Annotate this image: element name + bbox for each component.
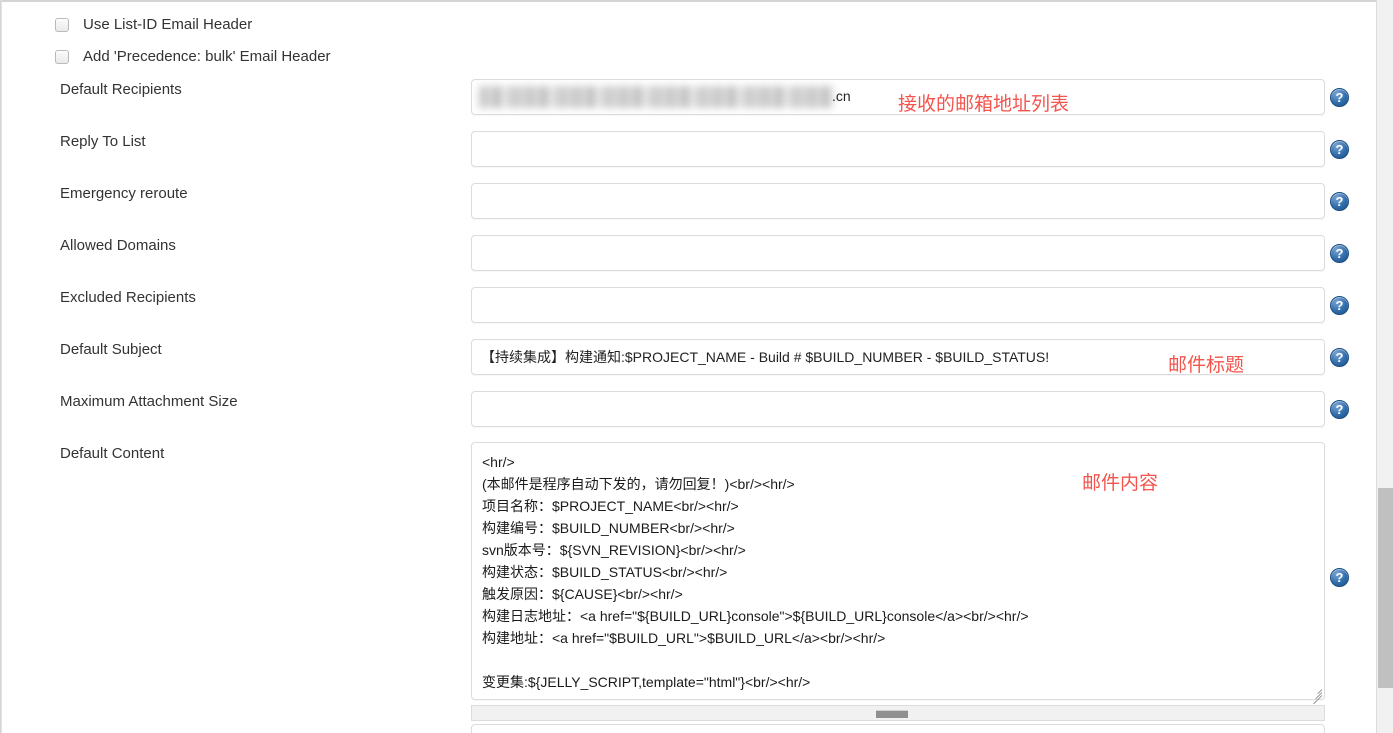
- annotation-default-subject: 邮件标题: [1168, 354, 1245, 376]
- checkbox-add-precedence-bulk-email-header[interactable]: [55, 49, 69, 64]
- input-next-field-partial[interactable]: [471, 724, 1325, 733]
- horizontal-scrollbar-thumb[interactable]: [876, 710, 908, 718]
- page-vertical-scrollbar[interactable]: [1376, 0, 1393, 733]
- input-maximum-attachment-size[interactable]: [471, 391, 1325, 427]
- label-emergency-reroute: Emergency reroute: [60, 185, 188, 202]
- annotation-default-content: 邮件内容: [1082, 472, 1159, 494]
- input-excluded-recipients[interactable]: [471, 287, 1325, 323]
- checkbox-label-precedence-bulk: Add 'Precedence: bulk' Email Header: [83, 48, 331, 65]
- label-allowed-domains: Allowed Domains: [60, 237, 176, 254]
- label-excluded-recipients: Excluded Recipients: [60, 289, 196, 306]
- checkbox-row-precedence-bulk[interactable]: Add 'Precedence: bulk' Email Header: [55, 48, 331, 65]
- checkbox-label-use-list-id: Use List-ID Email Header: [83, 16, 253, 33]
- settings-form-page: Use List-ID Email Header Add 'Precedence…: [0, 0, 1393, 733]
- input-allowed-domains[interactable]: [471, 235, 1325, 271]
- page-vertical-scrollbar-thumb[interactable]: [1378, 488, 1393, 688]
- label-default-content: Default Content: [60, 445, 165, 462]
- help-icon-allowed-domains[interactable]: ?: [1330, 244, 1349, 263]
- label-default-recipients: Default Recipients: [60, 81, 182, 98]
- label-reply-to-list: Reply To List: [60, 133, 146, 150]
- input-reply-to-list[interactable]: [471, 131, 1325, 167]
- label-default-subject: Default Subject: [60, 341, 162, 358]
- redacted-recipients-content: [479, 86, 834, 108]
- help-icon-maximum-attachment-size[interactable]: ?: [1330, 400, 1349, 419]
- horizontal-scrollbar[interactable]: [471, 705, 1325, 721]
- help-icon-reply-to-list[interactable]: ?: [1330, 140, 1349, 159]
- email-extension-settings-form: Use List-ID Email Header Add 'Precedence…: [0, 0, 1376, 733]
- help-icon-excluded-recipients[interactable]: ?: [1330, 296, 1349, 315]
- textarea-default-content[interactable]: <hr/> (本邮件是程序自动下发的，请勿回复！)<br/><hr/> 项目名称…: [471, 442, 1325, 700]
- help-icon-default-subject[interactable]: ?: [1330, 348, 1349, 367]
- label-maximum-attachment-size: Maximum Attachment Size: [60, 393, 238, 410]
- checkbox-row-use-list-id[interactable]: Use List-ID Email Header: [55, 16, 252, 33]
- checkbox-use-list-id-email-header[interactable]: [55, 17, 69, 32]
- input-emergency-reroute[interactable]: [471, 183, 1325, 219]
- help-icon-default-content[interactable]: ?: [1330, 568, 1349, 587]
- recipients-visible-tail: .cn: [832, 88, 851, 104]
- default-content-textarea-wrapper[interactable]: <hr/> (本邮件是程序自动下发的，请勿回复！)<br/><hr/> 项目名称…: [471, 442, 1325, 705]
- help-icon-default-recipients[interactable]: ?: [1330, 88, 1349, 107]
- help-icon-emergency-reroute[interactable]: ?: [1330, 192, 1349, 211]
- annotation-default-recipients: 接收的邮箱地址列表: [898, 93, 1070, 115]
